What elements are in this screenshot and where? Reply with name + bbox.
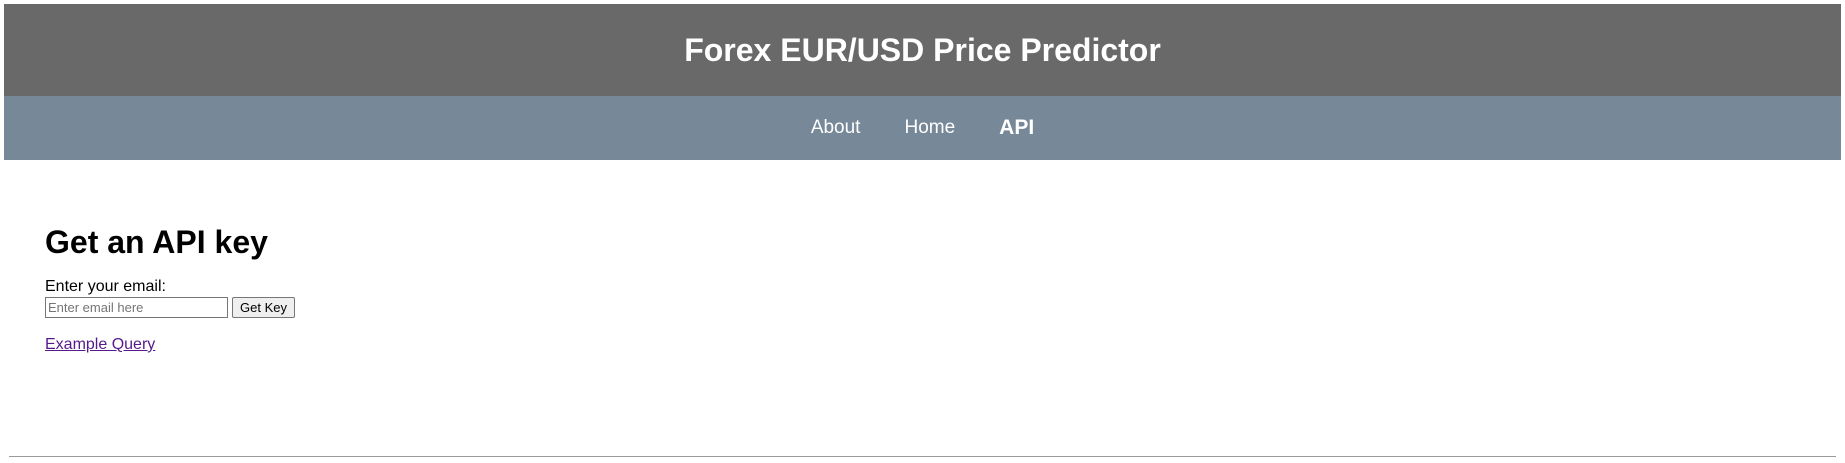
page-title: Forex EUR/USD Price Predictor [684, 32, 1161, 68]
nav-bar: About Home API [4, 96, 1841, 160]
get-key-button[interactable]: Get Key [232, 297, 295, 318]
main-content: Get an API key Enter your email: Get Key… [45, 220, 295, 354]
email-label: Enter your email: [45, 278, 166, 295]
site-header: Forex EUR/USD Price Predictor [4, 4, 1841, 96]
email-input[interactable] [45, 297, 228, 318]
section-heading: Get an API key [45, 224, 268, 260]
nav-link-api[interactable]: API [999, 116, 1034, 140]
example-query-link[interactable]: Example Query [45, 336, 155, 354]
nav-link-about[interactable]: About [811, 117, 861, 139]
api-key-form: Get Key [45, 297, 295, 318]
page: Forex EUR/USD Price Predictor About Home… [0, 0, 1845, 463]
nav-link-home[interactable]: Home [904, 117, 955, 139]
footer-divider [9, 456, 1836, 457]
